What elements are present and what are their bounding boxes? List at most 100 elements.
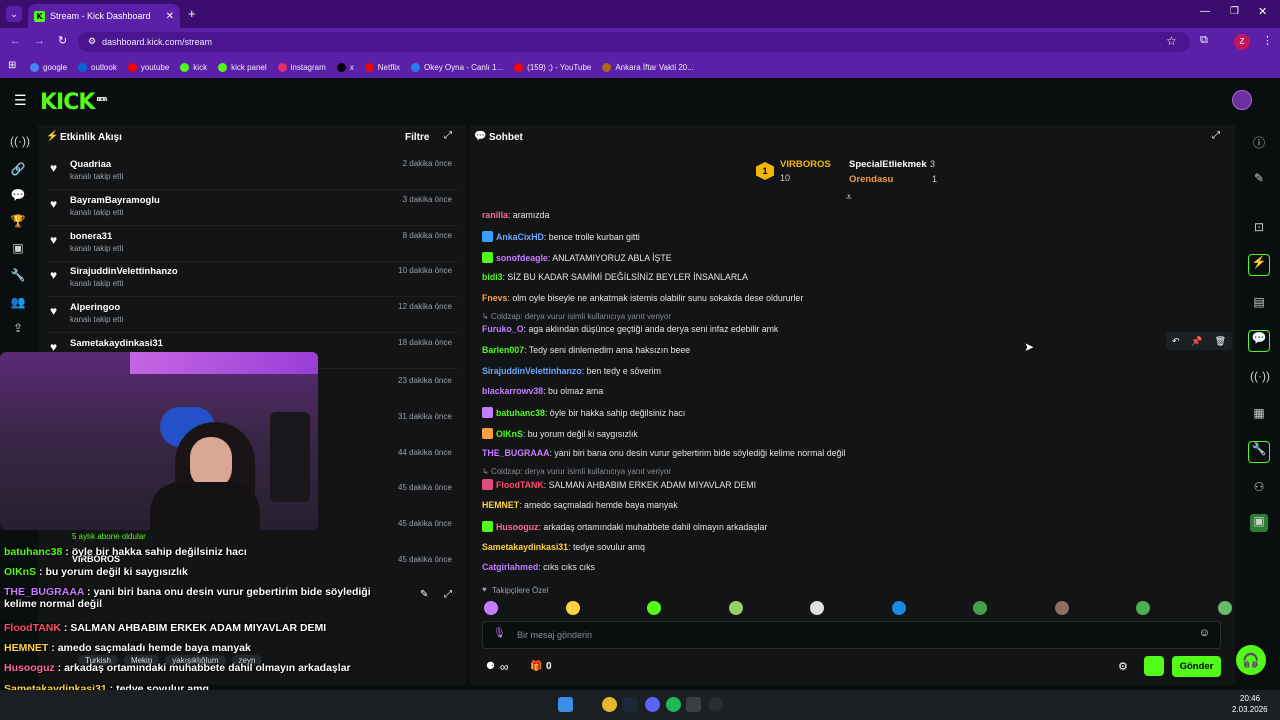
bookmark-item[interactable]: outlook [78,62,117,72]
trophy-icon[interactable]: 🏆 [10,214,26,230]
wrench-icon[interactable]: 🔧 [10,268,26,284]
live-icon[interactable]: ((·)) [1250,369,1270,387]
chat-username[interactable]: bidi3 [482,272,503,282]
steam-taskbar-icon[interactable] [622,697,637,712]
chrome-taskbar-icon[interactable] [602,697,617,712]
edit-icon[interactable]: ✎ [420,589,428,600]
chat-username[interactable]: Sametakaydinkasi31 [482,542,568,552]
chat-username[interactable]: batuhanc38 [496,408,545,418]
reload-icon[interactable]: ↻ [58,34,67,47]
activity-item[interactable]: ♥ SirajuddinVelettinhanzo kanalı takip ett… [48,262,458,298]
pin-icon[interactable]: 📌 [1191,336,1202,347]
chat-message[interactable]: FloodTANK: SALMAN AHBABIM ERKEK ADAM MIY… [482,479,756,490]
activity-user[interactable]: Alperingoo [70,302,120,313]
activity-user[interactable]: Quadriaa [70,159,111,170]
chat-username[interactable]: Husooguz [496,522,539,532]
emote-icon[interactable] [1136,601,1150,615]
leader-1-name[interactable]: VIRBOROS [780,159,831,170]
chat-username[interactable]: sonofdeagle [496,253,548,263]
chat-username[interactable]: SirajuddinVelettinhanzo [482,366,582,376]
emote-icon[interactable] [891,601,906,615]
emote-tab-label[interactable]: Takipçilere Özel [492,586,548,595]
emote-icon[interactable] [728,601,743,615]
start-icon[interactable] [558,697,573,712]
leader-2-name[interactable]: SpecialEtliekmek [849,159,927,170]
activity-item[interactable]: ♥ bonera31 kanalı takip etti 8 dakika önce [48,227,458,262]
chat-username[interactable]: Catgirlahmed [482,562,538,572]
activity-item[interactable]: ♥ Quadriaa kanalı takip etti 2 dakika önce [48,155,458,190]
bookmark-item[interactable]: kick [180,62,207,72]
bookmark-item[interactable]: Ankara İftar Vakti 20... [602,62,694,72]
broadcast-icon[interactable]: ((·)) [10,134,30,150]
bookmark-item[interactable]: (159) ;) - YouTube [514,62,591,72]
close-tab-icon[interactable]: ✕ [166,11,174,22]
app-taskbar-icon[interactable] [686,697,701,712]
users-icon[interactable]: 👥 [10,295,26,311]
chat-message[interactable]: Barlen007: Tedy seni dinlemedim ama haks… [482,345,690,355]
lower-popout-icon[interactable]: ⤢ [444,589,452,600]
maximize-icon[interactable]: ❐ [1230,6,1239,17]
bookmark-item[interactable]: Netflix [364,62,400,72]
chat-message[interactable]: sonofdeagle: ANLATAMIYORUZ ABLA İŞTE [482,252,672,263]
emoji-icon[interactable]: ☺ [1199,627,1210,639]
chat-bubble-icon[interactable]: 💬 [10,188,26,204]
browser-menu-icon[interactable]: ⋮ [1262,34,1273,47]
chat-username[interactable]: Furuko_O [482,324,524,334]
chat-username[interactable]: Barlen007 [482,345,524,355]
chat-username[interactable]: blackarrowv38 [482,386,543,396]
bookmark-item[interactable]: x [336,62,354,72]
bookmark-item[interactable]: google [30,62,67,72]
bookmark-star-icon[interactable]: ☆ [1166,34,1177,48]
emote-icon[interactable] [810,601,824,615]
chat-username[interactable]: THE_BUGRAAA [482,448,549,458]
profile-avatar[interactable]: Z [1234,34,1250,50]
chat-input-box[interactable]: 🎙 Bir mesaj gönderin ☺ [482,621,1221,649]
forward-icon[interactable]: → [34,35,45,47]
emote-icon[interactable] [647,601,661,615]
chat-message[interactable]: Fnevs: olm oyle biseyle ne ankatmak iste… [482,293,803,303]
game-icon[interactable]: ▣ [1250,514,1268,532]
send-button[interactable]: Gönder [1172,656,1221,677]
user-avatar[interactable] [1232,90,1252,110]
chat-toggle-icon[interactable]: 💬 [1248,330,1270,352]
chat-username[interactable]: Fnevs [482,293,507,303]
chat-message[interactable]: OIKnS: bu yorum değil ki saygısızlık [482,428,638,439]
emote-icon[interactable] [565,601,580,615]
apps-icon[interactable]: ⊞ [8,60,16,71]
quick-action-icon[interactable]: ⚡ [1248,254,1270,276]
back-icon[interactable]: ← [10,35,21,47]
tools-icon[interactable]: 🔧 [1248,441,1270,463]
chat-message[interactable]: Husooguz: arkadaş ortamındaki muhabbete … [482,521,767,532]
activity-user[interactable]: bonera31 [70,231,112,242]
chat-username[interactable]: FloodTANK [496,480,544,490]
filter-button[interactable]: Filtre [405,132,429,143]
leader-3-name[interactable]: Orendasu [849,174,893,185]
activity-item[interactable]: ♥ BayramBayramoglu kanalı takip etti 3 daki… [48,191,458,226]
activity-item[interactable]: ♥ Alperingoo kanalı takip etti 12 dakika ön… [48,298,458,334]
delete-icon[interactable]: 🗑 [1215,336,1226,347]
activity-user[interactable]: Sametakaydinkasi31 [70,338,163,349]
kick-logo[interactable]: KICK BETA [40,90,108,115]
info-icon[interactable]: ⓘ [1250,134,1268,152]
points-icon[interactable]: ⚈ [486,661,495,672]
emote-icon[interactable] [1054,601,1069,615]
bookmark-item[interactable]: Okey Oyna - Canlı 1... [411,62,503,72]
media-icon[interactable]: ▣ [10,241,26,257]
bookmark-item[interactable]: instagram [277,62,326,72]
chat-message[interactable]: Furuko_O: aga aklından düşünce geçtiği a… [482,324,778,334]
emote-icon[interactable] [1217,601,1232,615]
upload-icon[interactable]: ⇪ [10,321,26,337]
activity-user[interactable]: BayramBayramoglu [70,195,160,206]
emote-icon[interactable] [484,601,498,615]
document-icon[interactable]: ▤ [1250,295,1268,313]
obs-taskbar-icon[interactable] [708,697,723,712]
chat-message[interactable]: Catgirlahmed: cıks cıks cıks [482,562,595,572]
spotify-taskbar-icon[interactable] [666,697,681,712]
discord-taskbar-icon[interactable] [645,697,660,712]
emote-icon[interactable] [973,601,987,615]
chat-message[interactable]: Sametakaydinkasi31: tedye sovulur amq [482,542,645,552]
kick-emote-button[interactable] [1144,656,1164,676]
community-icon[interactable]: ⚇ [1250,480,1268,498]
mic-icon[interactable]: 🎙 [493,628,506,639]
pencil-icon[interactable]: ✎ [1250,171,1268,189]
